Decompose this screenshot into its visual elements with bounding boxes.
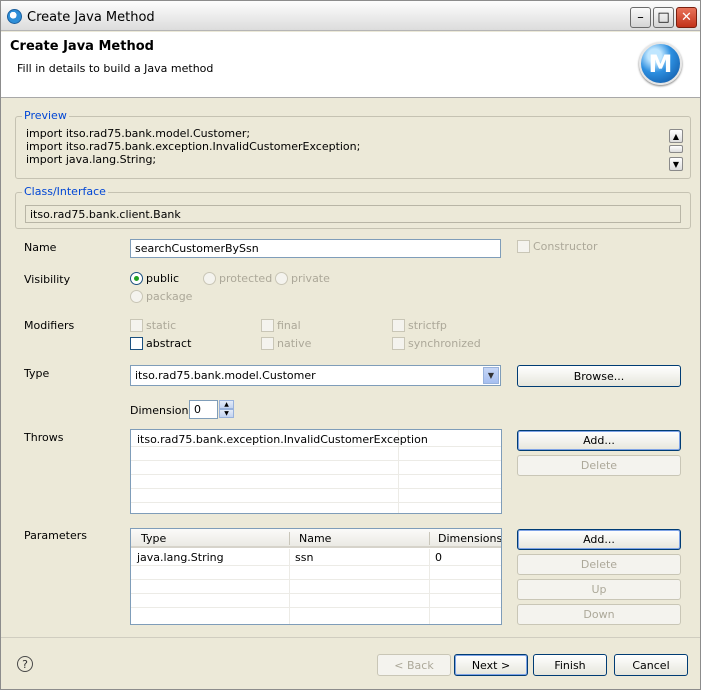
parameters-add-button[interactable]: Add... [517,529,681,550]
title-bar[interactable]: Create Java Method – □ ✕ [1,1,700,31]
create-java-method-dialog: Create Java Method – □ ✕ Create Java Met… [0,0,701,690]
modifier-final-checkbox[interactable]: final [261,319,301,332]
modifier-strictfp-label: strictfp [408,319,447,332]
preview-line: import java.lang.String; [26,153,157,166]
visibility-package-label: package [146,290,193,303]
radio-icon[interactable] [130,290,143,303]
radio-selected-icon[interactable] [130,272,143,285]
parameters-up-button[interactable]: Up [517,579,681,600]
modifier-strictfp-checkbox[interactable]: strictfp [392,319,447,332]
close-button[interactable]: ✕ [676,7,697,28]
finish-button[interactable]: Finish [533,654,607,676]
parameters-table-header: Type Name Dimensions [131,529,501,548]
spinner-down-icon[interactable]: ▼ [219,409,234,418]
column-header-type[interactable]: Type [141,532,166,545]
scroll-thumb[interactable] [669,145,683,153]
name-label: Name [24,241,57,254]
preview-code: import itso.rad75.bank.model.Customer; i… [26,127,360,166]
page-title: Create Java Method [10,39,154,54]
visibility-private-label: private [291,272,330,285]
cancel-button[interactable]: Cancel [614,654,688,676]
throws-add-button[interactable]: Add... [517,430,681,451]
modifier-native-checkbox[interactable]: native [261,337,311,350]
visibility-package-radio[interactable]: package [130,290,192,303]
checkbox-icon[interactable] [130,319,143,332]
class-interface-legend: Class/Interface [22,185,108,198]
visibility-protected-radio[interactable]: protected [203,272,272,285]
modifier-static-checkbox[interactable]: static [130,319,176,332]
dimensions-label: Dimensions [130,404,195,417]
app-icon [7,9,22,24]
modifier-static-label: static [146,319,177,332]
visibility-public-label: public [146,272,180,285]
parameters-down-button[interactable]: Down [517,604,681,625]
checkbox-icon[interactable] [392,337,405,350]
preview-line: import itso.rad75.bank.exception.Invalid… [26,140,361,153]
throws-item[interactable]: itso.rad75.bank.exception.InvalidCustome… [137,433,428,446]
param-dimensions-cell[interactable]: 0 [435,551,442,564]
modifier-final-label: final [277,319,301,332]
checkbox-icon[interactable] [392,319,405,332]
minimize-button[interactable]: – [630,7,651,28]
checkbox-icon[interactable] [261,337,274,350]
column-header-name[interactable]: Name [299,532,331,545]
class-interface-group: Class/Interface itso.rad75.bank.client.B… [15,185,691,229]
scroll-down-icon[interactable]: ▼ [669,157,683,171]
name-input[interactable]: searchCustomerBySsn [130,239,501,258]
preview-legend: Preview [22,109,69,122]
modifier-abstract-checkbox[interactable]: abstract [130,337,191,350]
next-button[interactable]: Next > [454,654,528,676]
type-label: Type [24,367,50,380]
param-name-cell[interactable]: ssn [295,551,313,564]
visibility-public-radio[interactable]: public [130,272,179,285]
checkbox-icon[interactable] [261,319,274,332]
wizard-header: Create Java Method Fill in details to bu… [1,32,700,98]
class-interface-field: itso.rad75.bank.client.Bank [25,205,681,223]
scroll-up-icon[interactable]: ▲ [669,129,683,143]
maximize-button[interactable]: □ [653,7,674,28]
parameters-label: Parameters [24,529,87,542]
modifier-synchronized-label: synchronized [408,337,481,350]
column-header-dimensions[interactable]: Dimensions [438,532,501,545]
constructor-checkbox[interactable]: Constructor [517,240,598,253]
constructor-checkbox-box[interactable] [517,240,530,253]
footer-divider [1,637,700,638]
checkbox-icon[interactable] [130,337,143,350]
throws-list[interactable]: itso.rad75.bank.exception.InvalidCustome… [130,429,502,514]
radio-icon[interactable] [203,272,216,285]
back-button[interactable]: < Back [377,654,451,676]
browse-button[interactable]: Browse... [517,365,681,387]
page-description: Fill in details to build a Java method [17,62,214,75]
type-select-value: itso.rad75.bank.model.Customer [135,369,316,382]
modifiers-label: Modifiers [24,319,75,332]
type-select[interactable]: itso.rad75.bank.model.Customer ▼ [130,365,501,386]
modifier-native-label: native [277,337,312,350]
preview-line: import itso.rad75.bank.model.Customer; [26,127,251,140]
method-wizard-icon: M [639,42,682,85]
preview-group: Preview import itso.rad75.bank.model.Cus… [15,109,691,179]
throws-delete-button[interactable]: Delete [517,455,681,476]
modifier-synchronized-checkbox[interactable]: synchronized [392,337,481,350]
throws-label: Throws [24,431,64,444]
chevron-down-icon[interactable]: ▼ [483,367,499,384]
spinner-up-icon[interactable]: ▲ [219,400,234,409]
param-type-cell[interactable]: java.lang.String [137,551,224,564]
visibility-private-radio[interactable]: private [275,272,330,285]
radio-icon[interactable] [275,272,288,285]
dimensions-input[interactable]: 0 [189,400,218,419]
parameters-delete-button[interactable]: Delete [517,554,681,575]
modifier-abstract-label: abstract [146,337,192,350]
window-title: Create Java Method [27,10,155,25]
constructor-label: Constructor [533,240,598,253]
visibility-label: Visibility [24,273,71,286]
visibility-protected-label: protected [219,272,273,285]
parameters-table[interactable]: Type Name Dimensions java.lang.String ss… [130,528,502,625]
help-icon[interactable]: ? [17,656,33,672]
